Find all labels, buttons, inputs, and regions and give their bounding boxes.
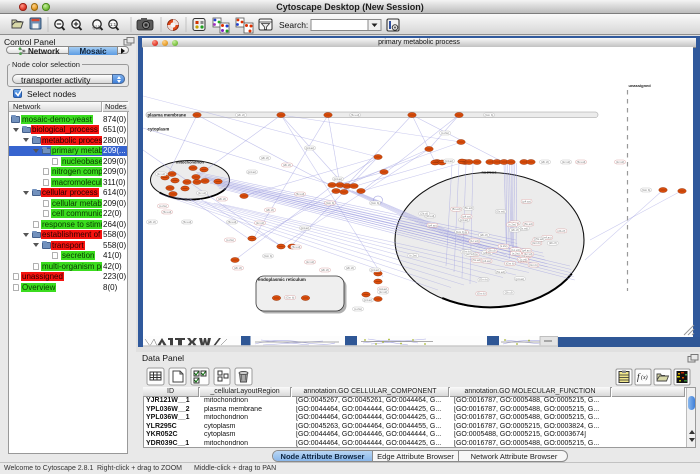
svg-text:(p4.ax): (p4.ax) bbox=[334, 177, 343, 181]
svg-text:(2b.cf): (2b.cf) bbox=[148, 220, 156, 224]
svg-text:(s.2w): (s.2w) bbox=[508, 223, 516, 227]
svg-text:plasma membrane: plasma membrane bbox=[148, 113, 187, 118]
svg-text:(p4.ax): (p4.ax) bbox=[522, 199, 531, 203]
svg-text:(2b.cf): (2b.cf) bbox=[505, 291, 513, 295]
svg-text:(1c.vd): (1c.vd) bbox=[562, 160, 571, 164]
svg-text:(5x.ed): (5x.ed) bbox=[292, 245, 301, 249]
svg-text:(s.2w): (s.2w) bbox=[159, 204, 167, 208]
svg-text:(p4.ax): (p4.ax) bbox=[516, 277, 525, 281]
svg-text:(s.2w): (s.2w) bbox=[500, 244, 508, 248]
svg-text:(s.2w): (s.2w) bbox=[441, 131, 449, 135]
svg-text:(1c.vd): (1c.vd) bbox=[379, 290, 388, 294]
svg-text:(2b.cf): (2b.cf) bbox=[321, 268, 329, 272]
svg-text:(5x.ed): (5x.ed) bbox=[163, 210, 172, 214]
svg-text:(Gm b): (Gm b) bbox=[642, 188, 651, 192]
svg-text:(2b.cf): (2b.cf) bbox=[237, 113, 245, 117]
svg-text:(p4.ax): (p4.ax) bbox=[301, 226, 310, 230]
svg-text:(p4.ax): (p4.ax) bbox=[248, 170, 257, 174]
svg-text:(2b.cf): (2b.cf) bbox=[218, 197, 226, 201]
svg-text:(p4.ax): (p4.ax) bbox=[462, 215, 471, 219]
svg-text:(p4.ax): (p4.ax) bbox=[428, 223, 437, 227]
svg-text:(2b.cf): (2b.cf) bbox=[480, 233, 488, 237]
svg-text:(5x.ed): (5x.ed) bbox=[351, 113, 360, 117]
svg-text:(p4.ax): (p4.ax) bbox=[306, 146, 315, 150]
svg-text:(5x.ed): (5x.ed) bbox=[535, 237, 544, 241]
svg-text:endoplasmic reticulum: endoplasmic reticulum bbox=[258, 277, 306, 282]
svg-text:(1c.vd): (1c.vd) bbox=[157, 172, 166, 176]
svg-text:(1c.vd): (1c.vd) bbox=[616, 160, 625, 164]
svg-text:(5x.ed): (5x.ed) bbox=[577, 160, 586, 164]
svg-text:(2b.cf): (2b.cf) bbox=[488, 249, 496, 253]
svg-text:(5x.ed): (5x.ed) bbox=[524, 222, 533, 226]
svg-text:(Gm b): (Gm b) bbox=[485, 113, 494, 117]
svg-text:(5x.ed): (5x.ed) bbox=[519, 226, 528, 230]
svg-text:unassigned: unassigned bbox=[629, 83, 652, 88]
svg-text:(5x.ed): (5x.ed) bbox=[296, 192, 305, 196]
svg-text:(p4.ax): (p4.ax) bbox=[364, 298, 373, 302]
svg-text:(5x.ed): (5x.ed) bbox=[496, 270, 505, 274]
svg-text:1:1: 1:1 bbox=[110, 22, 117, 27]
svg-text:(5x.ed): (5x.ed) bbox=[472, 258, 481, 262]
svg-text:mitochondrion: mitochondrion bbox=[176, 160, 205, 165]
svg-text:(Gm b): (Gm b) bbox=[532, 241, 541, 245]
svg-text:(1c.vd): (1c.vd) bbox=[256, 221, 265, 225]
svg-text:(Gm b): (Gm b) bbox=[456, 230, 465, 234]
svg-text:(1c.vd): (1c.vd) bbox=[519, 257, 528, 261]
svg-text:(1c.vd): (1c.vd) bbox=[306, 260, 315, 264]
svg-text:Search:: Search: bbox=[279, 20, 308, 30]
svg-text:(p4.ax): (p4.ax) bbox=[522, 249, 531, 253]
svg-text:(Gm b): (Gm b) bbox=[264, 254, 273, 258]
svg-text:(1c.vd): (1c.vd) bbox=[198, 191, 207, 195]
svg-text:(Gm b): (Gm b) bbox=[371, 201, 380, 205]
svg-text:(x): (x) bbox=[641, 374, 648, 381]
svg-text:(2b.cf): (2b.cf) bbox=[266, 208, 274, 212]
svg-text:(5x.ed): (5x.ed) bbox=[183, 220, 192, 224]
svg-text:(2b.cf): (2b.cf) bbox=[511, 228, 519, 232]
svg-text:(2b.cf): (2b.cf) bbox=[234, 266, 242, 270]
svg-text:cytoplasm: cytoplasm bbox=[148, 127, 170, 132]
svg-text:(Gm b): (Gm b) bbox=[506, 262, 515, 266]
svg-text:(Gm b): (Gm b) bbox=[529, 263, 538, 267]
svg-text:(2b.cf): (2b.cf) bbox=[549, 241, 557, 245]
svg-text:(2b.cf): (2b.cf) bbox=[557, 229, 565, 233]
svg-text:(Gm b): (Gm b) bbox=[477, 292, 486, 296]
svg-text:(Gm b): (Gm b) bbox=[326, 201, 335, 205]
svg-text:(Gm b): (Gm b) bbox=[286, 296, 295, 300]
svg-text:(5x.ed): (5x.ed) bbox=[452, 207, 461, 211]
svg-text:(2b.cf): (2b.cf) bbox=[346, 266, 354, 270]
svg-text:(p4.ax): (p4.ax) bbox=[482, 259, 491, 263]
svg-text:(5x.ed): (5x.ed) bbox=[464, 206, 473, 210]
svg-text:(s.2w): (s.2w) bbox=[354, 307, 362, 311]
svg-text:(s.2w): (s.2w) bbox=[409, 254, 417, 258]
svg-text:(2b.cf): (2b.cf) bbox=[420, 212, 428, 216]
svg-text:(p4.ax): (p4.ax) bbox=[371, 268, 380, 272]
svg-text:(2b.cf): (2b.cf) bbox=[261, 156, 269, 160]
svg-text:(2b.cf): (2b.cf) bbox=[541, 160, 549, 164]
svg-text:(5x.ed): (5x.ed) bbox=[496, 210, 505, 214]
svg-text:nucleus: nucleus bbox=[481, 170, 497, 175]
svg-text:(5x.ed): (5x.ed) bbox=[228, 220, 237, 224]
svg-text:(Gm b): (Gm b) bbox=[462, 250, 471, 254]
svg-text:(Gm b): (Gm b) bbox=[479, 278, 488, 282]
svg-text:(2b.cf): (2b.cf) bbox=[283, 163, 291, 167]
svg-text:(s.2w): (s.2w) bbox=[512, 251, 520, 255]
svg-text:(s.2w): (s.2w) bbox=[226, 238, 234, 242]
svg-text:(1c.vd): (1c.vd) bbox=[470, 239, 479, 243]
svg-text:(p4.ax): (p4.ax) bbox=[445, 159, 454, 163]
